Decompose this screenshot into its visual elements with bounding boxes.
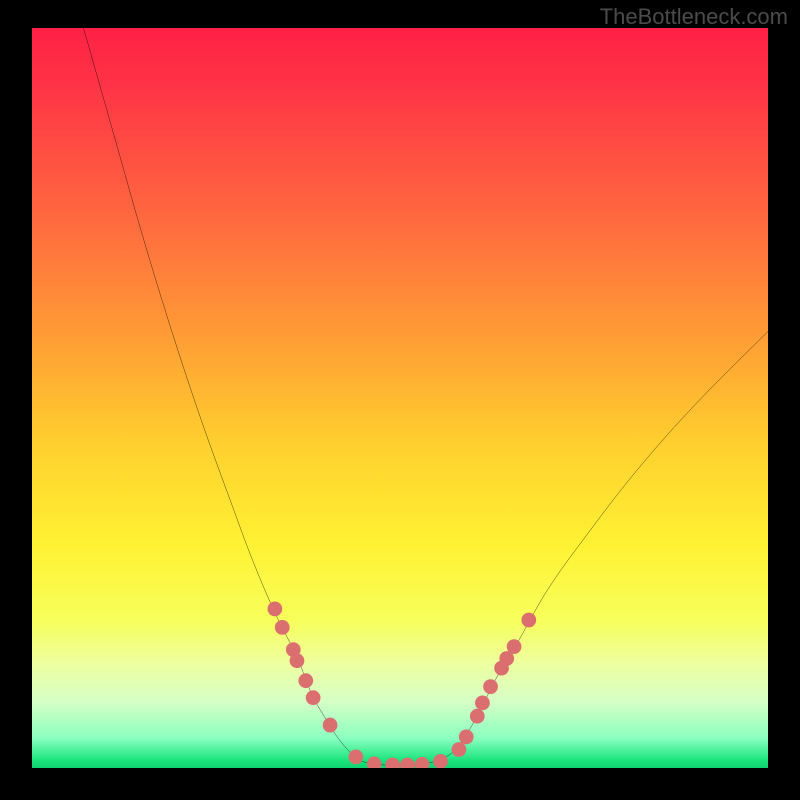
- data-dot: [470, 709, 485, 724]
- watermark-label: TheBottleneck.com: [600, 4, 788, 30]
- data-dot: [298, 673, 313, 688]
- data-dot: [348, 750, 363, 765]
- plot-area: [32, 28, 768, 768]
- data-dot: [306, 690, 321, 705]
- curve-svg: [32, 28, 768, 768]
- data-dots: [268, 602, 537, 769]
- data-dot: [521, 613, 536, 628]
- data-dot: [367, 757, 382, 768]
- data-dot: [475, 695, 490, 710]
- data-dot: [400, 758, 415, 768]
- data-dot: [323, 718, 338, 733]
- data-dot: [275, 620, 290, 635]
- data-dot: [452, 742, 467, 757]
- bottleneck-curve: [84, 28, 768, 765]
- chart-frame: TheBottleneck.com: [0, 0, 800, 800]
- data-dot: [433, 754, 448, 768]
- data-dot: [483, 679, 498, 694]
- data-dot: [415, 757, 430, 768]
- data-dot: [290, 653, 305, 668]
- data-dot: [507, 639, 522, 654]
- data-dot: [459, 730, 474, 745]
- data-dot: [268, 602, 283, 617]
- data-dot: [385, 758, 400, 768]
